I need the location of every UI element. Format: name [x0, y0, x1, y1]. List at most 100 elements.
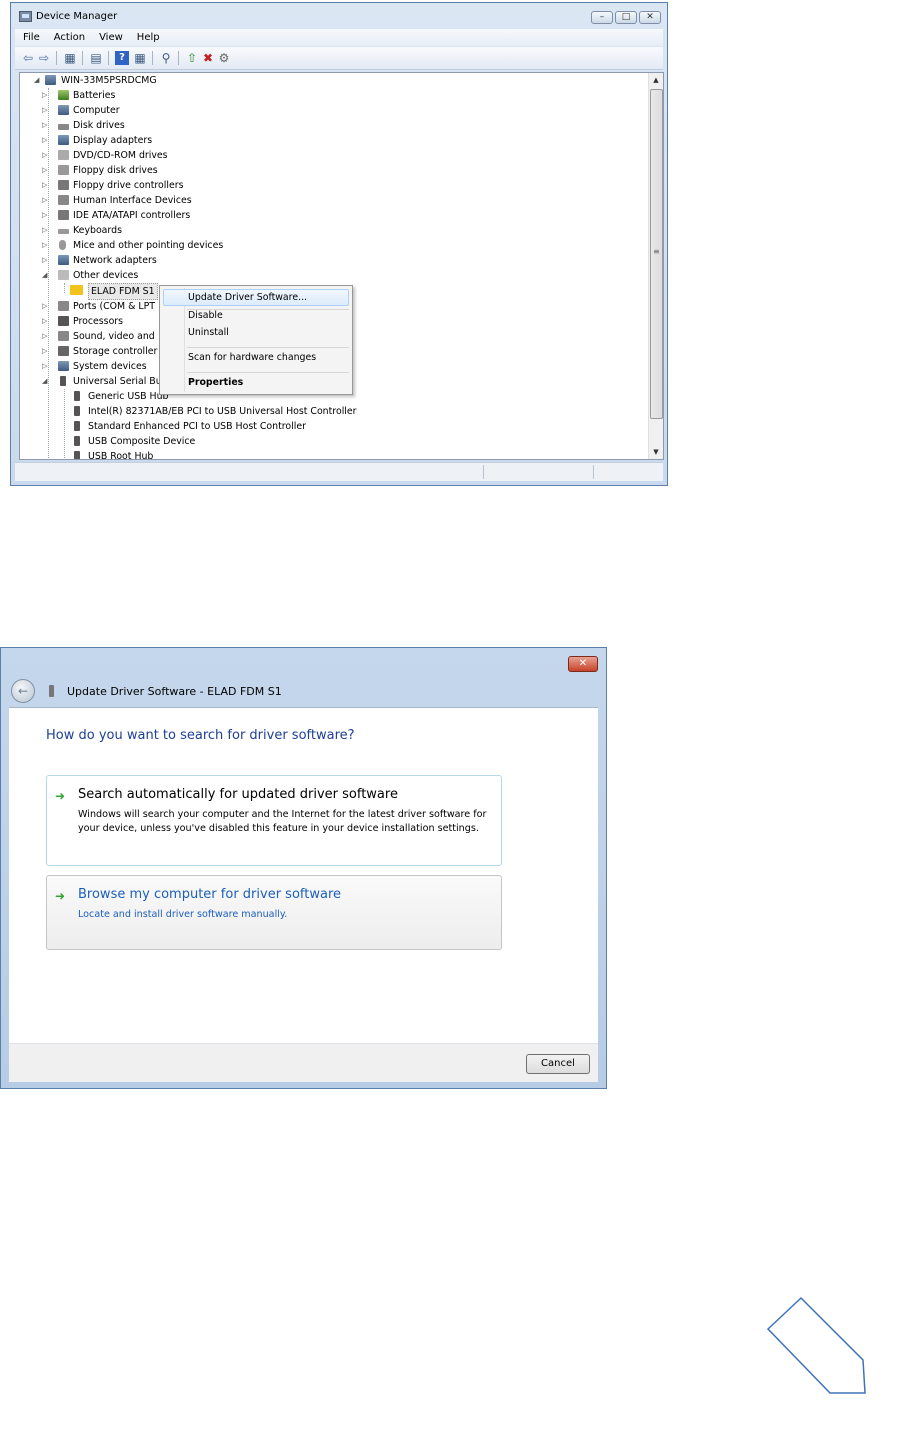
browse-computer-option[interactable]: ➜ Browse my computer for driver software… — [46, 875, 502, 950]
maximize-button[interactable]: □ — [615, 11, 637, 24]
menu-help[interactable]: Help — [129, 29, 166, 46]
expand-arrow-icon: ▷ — [42, 226, 48, 234]
scroll-down-icon[interactable]: ▼ — [649, 445, 663, 459]
expand-arrow-icon: ▷ — [42, 196, 48, 204]
uninstall-icon[interactable]: ✖ — [201, 51, 215, 65]
usb-icon — [74, 421, 80, 431]
dialog-header: ← Update Driver Software - ELAD FDM S1 — [9, 677, 598, 707]
dialog-footer: Cancel — [9, 1044, 598, 1082]
properties-icon[interactable]: ▤ — [89, 51, 103, 65]
system-device-icon — [58, 361, 69, 371]
dvd-drive-icon — [58, 150, 69, 160]
collapse-arrow-icon: ◢ — [42, 377, 48, 385]
keyboard-icon — [58, 229, 69, 234]
green-arrow-icon: ➜ — [55, 789, 66, 803]
forward-icon[interactable]: ⇨ — [37, 51, 51, 65]
dialog-body: How do you want to search for driver sof… — [9, 707, 598, 1044]
expand-arrow-icon: ▷ — [42, 106, 48, 114]
collapse-arrow-icon[interactable]: ◢ — [34, 73, 42, 88]
back-icon[interactable]: ⇦ — [21, 51, 35, 65]
view-icon[interactable]: ▦ — [133, 51, 147, 65]
option-description: Windows will search your computer and th… — [78, 809, 487, 834]
other-devices-icon — [58, 270, 69, 280]
computer-icon — [45, 75, 56, 85]
menu-view[interactable]: View — [91, 29, 129, 46]
usb-icon — [74, 451, 80, 459]
controller-icon — [58, 180, 69, 190]
expand-arrow-icon: ▷ — [42, 121, 48, 129]
expand-arrow-icon: ▷ — [42, 181, 48, 189]
floppy-drive-icon — [58, 165, 69, 175]
hid-icon — [58, 195, 69, 205]
mouse-icon — [59, 240, 66, 250]
search-automatically-option[interactable]: ➜ Search automatically for updated drive… — [46, 775, 502, 866]
expand-arrow-icon: ▷ — [42, 136, 48, 144]
expand-arrow-icon: ▷ — [42, 332, 48, 340]
port-icon — [58, 301, 69, 311]
menu-item-update-driver[interactable]: Update Driver Software... — [188, 290, 307, 306]
menu-bar: File Action View Help — [15, 29, 663, 46]
scan-hardware-icon[interactable]: ⚲ — [159, 51, 173, 65]
storage-controller-icon — [58, 346, 69, 356]
network-adapter-icon — [58, 255, 69, 265]
expand-arrow-icon: ▷ — [42, 91, 48, 99]
update-driver-icon[interactable]: ⇧ — [185, 51, 199, 65]
title-bar[interactable]: Device Manager – □ ✕ — [11, 3, 667, 31]
collapse-arrow-icon: ◢ — [42, 271, 48, 279]
menu-file[interactable]: File — [15, 29, 46, 46]
toolbar: ⇦ ⇨ ▦ ▤ ? ▦ ⚲ ⇧ ✖ ⚙ — [15, 47, 663, 70]
menu-item-properties[interactable]: Properties — [188, 375, 243, 391]
option-description: Locate and install driver software manua… — [78, 909, 288, 920]
scroll-up-icon[interactable]: ▲ — [649, 73, 663, 87]
green-arrow-icon: ➜ — [55, 889, 66, 903]
cancel-button[interactable]: Cancel — [526, 1054, 590, 1074]
expand-arrow-icon: ▷ — [42, 347, 48, 355]
pencil-outline-shape — [766, 1296, 866, 1394]
show-hide-console-tree-icon[interactable]: ▦ — [63, 51, 77, 65]
device-manager-icon — [19, 11, 32, 22]
processor-icon — [58, 316, 69, 326]
dialog-title: Update Driver Software - ELAD FDM S1 — [67, 685, 282, 698]
vertical-scrollbar[interactable]: ▲ ≡ ▼ — [648, 73, 663, 459]
expand-arrow-icon: ▷ — [42, 362, 48, 370]
computer-name-label: WIN-33M5PSRDCMG — [61, 75, 157, 86]
status-bar — [15, 462, 663, 481]
usb-icon — [74, 391, 80, 401]
usb-icon — [74, 406, 80, 416]
question-heading: How do you want to search for driver sof… — [46, 728, 355, 743]
option-title: Browse my computer for driver software — [78, 887, 341, 902]
expand-arrow-icon: ▷ — [42, 302, 48, 310]
menu-item-uninstall[interactable]: Uninstall — [188, 325, 229, 341]
display-adapter-icon — [58, 135, 69, 145]
update-driver-dialog: ✕ ← Update Driver Software - ELAD FDM S1… — [0, 647, 607, 1089]
menu-item-disable[interactable]: Disable — [188, 308, 223, 324]
ide-controller-icon — [58, 210, 69, 220]
disable-icon[interactable]: ⚙ — [217, 51, 231, 65]
close-button[interactable]: ✕ — [639, 11, 661, 24]
device-tree[interactable]: ◢ WIN-33M5PSRDCMG ▷ Batteries ▷ Computer ▷… — [19, 72, 664, 460]
context-menu: Update Driver Software... Disable Uninst… — [159, 285, 353, 395]
back-arrow-icon[interactable]: ← — [11, 679, 35, 703]
usb-device-icon — [49, 685, 54, 697]
usb-icon — [74, 436, 80, 446]
close-button[interactable]: ✕ — [568, 656, 598, 672]
usb-icon — [60, 376, 66, 386]
menu-action[interactable]: Action — [46, 29, 91, 46]
expand-arrow-icon: ▷ — [42, 151, 48, 159]
option-title: Search automatically for updated driver … — [78, 787, 398, 802]
expand-arrow-icon: ▷ — [42, 241, 48, 249]
disk-drive-icon — [58, 124, 69, 130]
battery-icon — [58, 90, 69, 100]
expand-arrow-icon: ▷ — [42, 317, 48, 325]
help-icon[interactable]: ? — [115, 51, 129, 65]
window-title: Device Manager — [36, 11, 118, 22]
warning-icon — [70, 285, 83, 295]
expand-arrow-icon: ▷ — [42, 256, 48, 264]
expand-arrow-icon: ▷ — [42, 211, 48, 219]
scroll-thumb[interactable]: ≡ — [650, 89, 663, 419]
pencil-outline-polygon — [766, 1296, 866, 1394]
device-manager-window: Device Manager – □ ✕ File Action View Help … — [10, 2, 668, 486]
menu-item-scan[interactable]: Scan for hardware changes — [188, 350, 316, 366]
minimize-button[interactable]: – — [591, 11, 613, 24]
expand-arrow-icon: ▷ — [42, 166, 48, 174]
